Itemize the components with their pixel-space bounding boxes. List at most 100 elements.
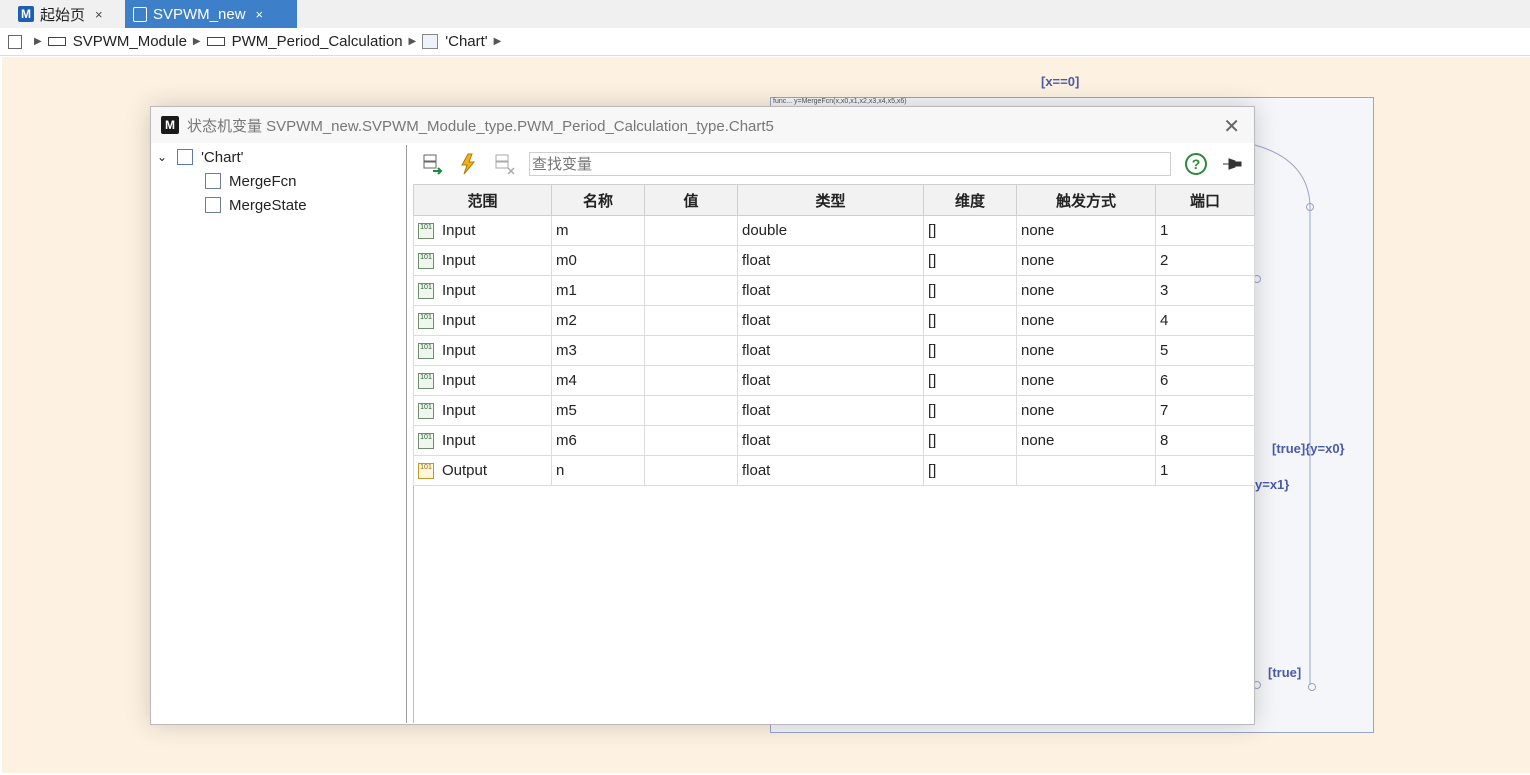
- tree-node-mergestate[interactable]: MergeState: [151, 193, 406, 217]
- cell-port[interactable]: 6: [1155, 365, 1255, 396]
- close-icon[interactable]: ×: [95, 7, 103, 22]
- tree-node-chart[interactable]: ⌄ 'Chart': [151, 145, 406, 169]
- table-row[interactable]: 101 Input m double[] none 1: [413, 215, 1255, 246]
- column-header-name[interactable]: 名称: [551, 184, 645, 216]
- chevron-right-icon[interactable]: ▶: [494, 36, 502, 47]
- cell-port[interactable]: 7: [1155, 395, 1255, 426]
- cell-port[interactable]: 1: [1155, 455, 1255, 486]
- cell-dim[interactable]: []: [923, 425, 1017, 456]
- cell-name[interactable]: m3: [551, 335, 645, 366]
- cell-name[interactable]: m4: [551, 365, 645, 396]
- column-header-trigger[interactable]: 触发方式: [1016, 184, 1156, 216]
- cell-scope[interactable]: 101 Input: [413, 365, 552, 396]
- cell-value[interactable]: [644, 305, 738, 336]
- cell-value[interactable]: [644, 275, 738, 306]
- cell-type[interactable]: float: [737, 365, 924, 396]
- chevron-right-icon[interactable]: ▶: [193, 36, 201, 47]
- cell-scope[interactable]: 101 Input: [413, 335, 552, 366]
- cell-dim[interactable]: []: [923, 455, 1017, 486]
- breadcrumb-item-pwm-period[interactable]: PWM_Period_Calculation: [232, 33, 403, 50]
- cell-scope[interactable]: 101 Input: [413, 245, 552, 276]
- cell-trigger[interactable]: none: [1016, 425, 1156, 456]
- add-variable-icon[interactable]: [421, 153, 443, 175]
- add-event-icon[interactable]: [457, 153, 479, 175]
- transition-label[interactable]: [true]: [1268, 665, 1301, 680]
- cell-trigger[interactable]: none: [1016, 305, 1156, 336]
- cell-type[interactable]: float: [737, 245, 924, 276]
- close-button[interactable]: ✕: [1223, 114, 1240, 139]
- table-row[interactable]: 101 Input m6 float[] none 8: [413, 425, 1255, 456]
- column-header-scope[interactable]: 范围: [413, 184, 552, 216]
- cell-dim[interactable]: []: [923, 305, 1017, 336]
- tab-svpwm-new[interactable]: SVPWM_new ×: [125, 0, 297, 28]
- cell-type[interactable]: double: [737, 215, 924, 246]
- cell-type[interactable]: float: [737, 395, 924, 426]
- cell-scope[interactable]: 101 Input: [413, 305, 552, 336]
- chevron-right-icon[interactable]: ▶: [34, 36, 42, 47]
- cell-value[interactable]: [644, 395, 738, 426]
- tab-start-page[interactable]: M 起始页 ×: [10, 0, 120, 28]
- delete-variable-icon[interactable]: [493, 153, 515, 175]
- cell-dim[interactable]: []: [923, 395, 1017, 426]
- search-input[interactable]: [529, 152, 1171, 176]
- cell-value[interactable]: [644, 425, 738, 456]
- cell-scope[interactable]: 101 Input: [413, 395, 552, 426]
- chevron-down-icon[interactable]: ⌄: [157, 150, 167, 164]
- column-header-type[interactable]: 类型: [737, 184, 924, 216]
- table-row[interactable]: 101 Output n float[] 1: [413, 455, 1255, 486]
- cell-scope[interactable]: 101 Input: [413, 425, 552, 456]
- pin-icon[interactable]: [1221, 153, 1243, 175]
- cell-type[interactable]: float: [737, 455, 924, 486]
- model-browser-icon[interactable]: [8, 34, 22, 49]
- cell-scope[interactable]: 101 Output: [413, 455, 552, 486]
- cell-port[interactable]: 1: [1155, 215, 1255, 246]
- cell-value[interactable]: [644, 365, 738, 396]
- transition-label[interactable]: [true]{y=x0}: [1272, 441, 1345, 456]
- cell-value[interactable]: [644, 335, 738, 366]
- column-header-port[interactable]: 端口: [1155, 184, 1255, 216]
- cell-dim[interactable]: []: [923, 365, 1017, 396]
- cell-port[interactable]: 3: [1155, 275, 1255, 306]
- cell-type[interactable]: float: [737, 425, 924, 456]
- cell-port[interactable]: 4: [1155, 305, 1255, 336]
- cell-scope[interactable]: 101 Input: [413, 215, 552, 246]
- cell-value[interactable]: [644, 455, 738, 486]
- cell-value[interactable]: [644, 215, 738, 246]
- cell-trigger[interactable]: none: [1016, 365, 1156, 396]
- cell-type[interactable]: float: [737, 275, 924, 306]
- cell-name[interactable]: m0: [551, 245, 645, 276]
- help-icon[interactable]: ?: [1185, 153, 1207, 175]
- cell-type[interactable]: float: [737, 335, 924, 366]
- tree-node-mergefcn[interactable]: MergeFcn: [151, 169, 406, 193]
- cell-name[interactable]: m1: [551, 275, 645, 306]
- breadcrumb-item-chart[interactable]: 'Chart': [445, 33, 487, 50]
- table-row[interactable]: 101 Input m5 float[] none 7: [413, 395, 1255, 426]
- table-row[interactable]: 101 Input m4 float[] none 6: [413, 365, 1255, 396]
- cell-type[interactable]: float: [737, 305, 924, 336]
- cell-value[interactable]: [644, 245, 738, 276]
- table-row[interactable]: 101 Input m1 float[] none 3: [413, 275, 1255, 306]
- dialog-title-bar[interactable]: M 状态机变量 SVPWM_new.SVPWM_Module_type.PWM_…: [151, 107, 1254, 143]
- cell-dim[interactable]: []: [923, 215, 1017, 246]
- cell-trigger[interactable]: none: [1016, 215, 1156, 246]
- cell-trigger[interactable]: none: [1016, 395, 1156, 426]
- chevron-right-icon[interactable]: ▶: [409, 36, 417, 47]
- cell-trigger[interactable]: none: [1016, 245, 1156, 276]
- column-header-size[interactable]: 维度: [923, 184, 1017, 216]
- cell-port[interactable]: 5: [1155, 335, 1255, 366]
- cell-name[interactable]: m5: [551, 395, 645, 426]
- column-header-value[interactable]: 值: [644, 184, 738, 216]
- cell-name[interactable]: m: [551, 215, 645, 246]
- cell-dim[interactable]: []: [923, 245, 1017, 276]
- transition-label[interactable]: [x==0]: [1041, 74, 1079, 89]
- transition-label[interactable]: y=x1}: [1255, 477, 1289, 492]
- cell-trigger[interactable]: [1016, 455, 1156, 486]
- cell-dim[interactable]: []: [923, 335, 1017, 366]
- breadcrumb-item-svpwm-module[interactable]: SVPWM_Module: [73, 33, 187, 50]
- cell-trigger[interactable]: none: [1016, 275, 1156, 306]
- cell-name[interactable]: n: [551, 455, 645, 486]
- cell-scope[interactable]: 101 Input: [413, 275, 552, 306]
- table-row[interactable]: 101 Input m2 float[] none 4: [413, 305, 1255, 336]
- cell-dim[interactable]: []: [923, 275, 1017, 306]
- cell-trigger[interactable]: none: [1016, 335, 1156, 366]
